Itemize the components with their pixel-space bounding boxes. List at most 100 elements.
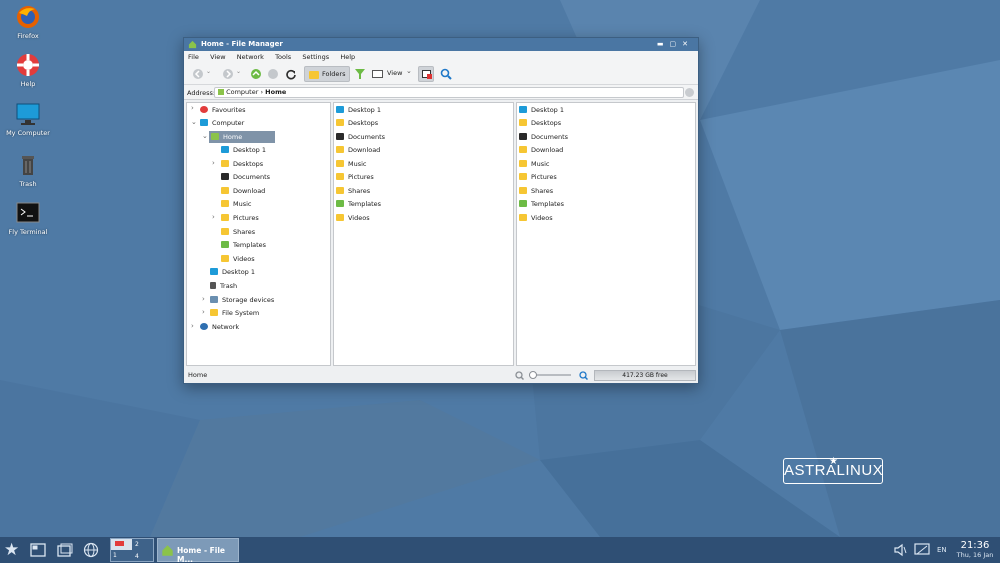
expand-icon[interactable]: › <box>212 159 215 167</box>
desktop-icon-trash[interactable]: Trash <box>0 152 56 188</box>
list-item[interactable]: Templates <box>336 198 381 210</box>
list-item[interactable]: Shares <box>519 185 553 197</box>
filter-icon[interactable] <box>354 68 366 80</box>
file-list-pane-left[interactable]: Desktop 1 Desktops Documents Download Mu… <box>333 102 514 366</box>
expand-icon[interactable]: › <box>191 322 194 330</box>
up-icon[interactable] <box>250 68 262 80</box>
workspace-pager[interactable]: 1 2 3 4 <box>110 538 154 562</box>
list-item[interactable]: Download <box>519 144 563 156</box>
menu-file[interactable]: File <box>188 53 199 61</box>
desktop-icon-my-computer[interactable]: My Computer <box>0 101 56 137</box>
zoom-slider[interactable] <box>529 371 571 379</box>
tree-item-templates[interactable]: Templates <box>221 239 266 251</box>
home-icon[interactable] <box>267 68 279 80</box>
tree-item-file-system[interactable]: File System <box>210 307 259 319</box>
file-manager-window[interactable]: Home - File Manager ▬▢✕ File View Networ… <box>183 37 699 384</box>
list-item[interactable]: Desktops <box>519 117 561 129</box>
workspace-4-label[interactable]: 4 <box>135 553 139 560</box>
zoom-slider-handle[interactable] <box>529 371 537 379</box>
clear-address-icon[interactable] <box>685 88 694 97</box>
desktop-icon-help[interactable]: Help <box>0 52 56 88</box>
tree-item-documents[interactable]: Documents <box>221 171 270 183</box>
tree-item-shares[interactable]: Shares <box>221 226 255 238</box>
tree-item-videos[interactable]: Videos <box>221 253 255 265</box>
tree-item-desktops[interactable]: Desktops <box>221 158 263 170</box>
forward-dropdown-icon[interactable]: ⌄ <box>236 68 241 80</box>
desktop-icon-fly-terminal[interactable]: Fly Terminal <box>0 200 56 236</box>
window-titlebar[interactable]: Home - File Manager ▬▢✕ <box>184 38 698 51</box>
breadcrumb-home[interactable]: Home <box>265 88 286 96</box>
window-switcher-icon[interactable] <box>57 543 73 557</box>
back-dropdown-icon[interactable]: ⌄ <box>206 68 211 80</box>
list-item[interactable]: Pictures <box>519 171 557 183</box>
menu-tools[interactable]: Tools <box>275 53 291 61</box>
taskbar: ★ 1 2 3 4 Home - File M... EN 21:36 Thu,… <box>0 537 1000 563</box>
file-list-pane-right[interactable]: Desktop 1 Desktops Documents Download Mu… <box>516 102 696 366</box>
back-icon[interactable] <box>192 68 206 80</box>
globe-icon[interactable] <box>83 542 99 558</box>
desktop-icon-firefox[interactable]: Firefox <box>0 4 56 40</box>
show-desktop-icon[interactable] <box>30 543 46 557</box>
start-menu-star-icon[interactable]: ★ <box>4 540 19 560</box>
tree-item-favourites[interactable]: Favourites <box>200 104 245 116</box>
collapse-icon[interactable]: ⌄ <box>191 118 197 126</box>
list-item[interactable]: Documents <box>336 131 385 143</box>
list-item[interactable]: Videos <box>519 212 553 224</box>
taskbar-button-file-manager[interactable]: Home - File M... <box>157 538 239 563</box>
preview-toggle-button[interactable] <box>418 66 434 82</box>
minimize-icon[interactable]: ▬ <box>657 40 670 48</box>
folder-tree[interactable]: › Favourites ⌄ Computer ⌄ Home Desktop 1… <box>186 102 331 366</box>
expand-icon[interactable]: › <box>202 308 205 316</box>
close-icon[interactable]: ✕ <box>682 40 694 48</box>
zoom-in-icon[interactable] <box>579 371 588 380</box>
tree-item-desktop-1[interactable]: Desktop 1 <box>210 266 255 278</box>
desktop-icon-label: My Computer <box>6 129 50 137</box>
videos-icon <box>221 255 229 262</box>
free-space-label: 417.23 GB free <box>622 372 668 379</box>
list-item[interactable]: Desktop 1 <box>336 104 381 116</box>
list-item[interactable]: Shares <box>336 185 370 197</box>
tree-item-music[interactable]: Music <box>221 198 252 210</box>
list-item[interactable]: Desktops <box>336 117 378 129</box>
expand-icon[interactable]: › <box>212 213 215 221</box>
menu-view[interactable]: View <box>210 53 225 61</box>
volume-icon[interactable] <box>893 543 907 557</box>
list-item[interactable]: Music <box>519 158 550 170</box>
list-item[interactable]: Videos <box>336 212 370 224</box>
list-item[interactable]: Desktop 1 <box>519 104 564 116</box>
list-item[interactable]: Music <box>336 158 367 170</box>
home-icon <box>211 133 219 140</box>
forward-icon[interactable] <box>222 68 236 80</box>
address-field[interactable]: Computer › Home <box>214 87 684 98</box>
tree-item-home[interactable]: Home <box>209 131 275 143</box>
expand-icon[interactable]: › <box>202 295 205 303</box>
expand-icon[interactable]: › <box>191 104 194 112</box>
network-status-icon[interactable] <box>914 543 930 557</box>
list-item[interactable]: Download <box>336 144 380 156</box>
tree-item-download[interactable]: Download <box>221 185 265 197</box>
list-item[interactable]: Documents <box>519 131 568 143</box>
tree-item-trash[interactable]: Trash <box>210 280 237 292</box>
collapse-icon[interactable]: ⌄ <box>202 132 208 140</box>
tree-item-network[interactable]: Network <box>200 321 239 333</box>
menu-help[interactable]: Help <box>340 53 355 61</box>
breadcrumb-computer[interactable]: Computer <box>226 88 258 96</box>
search-icon[interactable] <box>440 68 452 80</box>
clock[interactable]: 21:36 Thu, 16 Jan <box>952 540 998 559</box>
menu-settings[interactable]: Settings <box>302 53 329 61</box>
workspace-1[interactable] <box>111 539 132 550</box>
keyboard-layout-indicator[interactable]: EN <box>937 546 947 554</box>
list-item[interactable]: Pictures <box>336 171 374 183</box>
folders-toggle-button[interactable]: Folders <box>304 66 350 82</box>
zoom-out-icon[interactable] <box>515 371 524 380</box>
tree-item-pictures[interactable]: Pictures <box>221 212 259 224</box>
workspace-2-label[interactable]: 2 <box>135 541 139 548</box>
view-button[interactable]: View ⌄ <box>370 66 414 82</box>
refresh-icon[interactable] <box>285 68 297 80</box>
tree-item-storage-devices[interactable]: Storage devices <box>210 294 274 306</box>
list-item[interactable]: Templates <box>519 198 564 210</box>
menu-network[interactable]: Network <box>237 53 264 61</box>
tree-item-desktop-1[interactable]: Desktop 1 <box>221 144 266 156</box>
tree-item-computer[interactable]: Computer <box>200 117 244 129</box>
maximize-icon[interactable]: ▢ <box>670 40 683 48</box>
